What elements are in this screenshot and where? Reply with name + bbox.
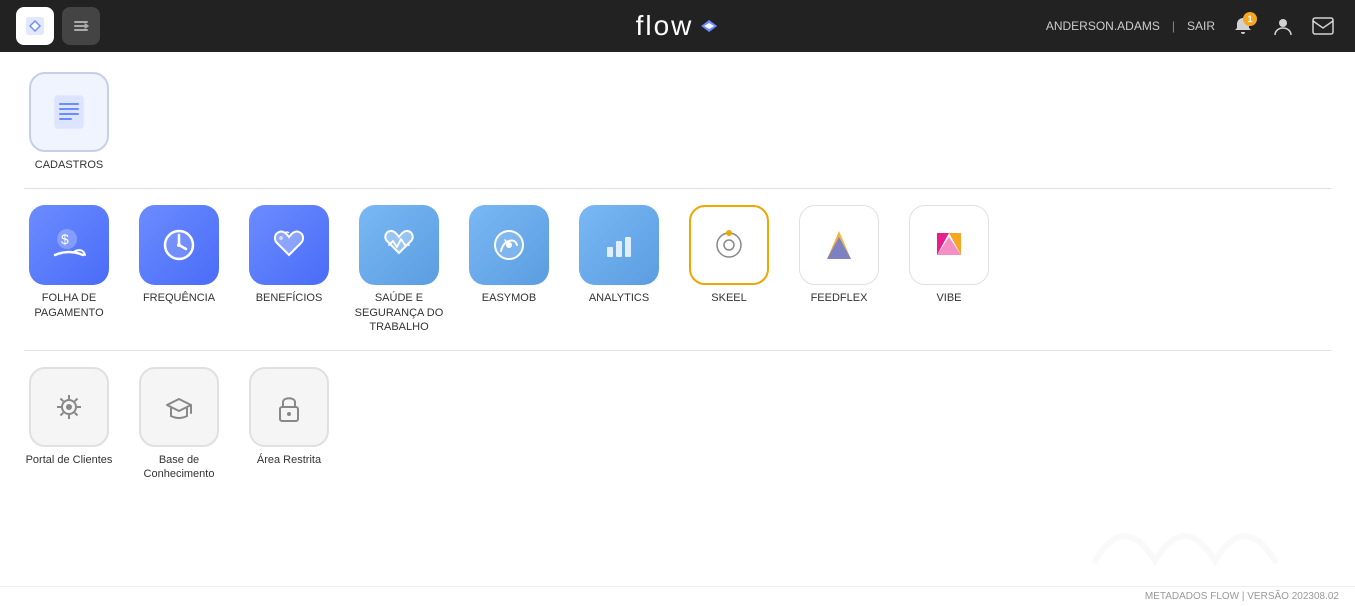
notification-button[interactable]: 1 [1227, 10, 1259, 42]
analytics-label: ANALYTICS [589, 291, 649, 305]
money-hand-icon: $ [47, 223, 91, 267]
app-easymob[interactable]: EASYMOB [464, 205, 554, 305]
nav-button[interactable] [62, 7, 100, 45]
mail-icon [1312, 17, 1334, 35]
main-content: CADASTROS $ FOLHA DEPAGAMENTO [0, 52, 1355, 606]
vibe-logo-icon [927, 223, 971, 267]
vibe-icon [909, 205, 989, 285]
portal-icon [29, 367, 109, 447]
header-right: ANDERSON.ADAMS | SAIR 1 [1046, 10, 1339, 42]
health-icon [377, 223, 421, 267]
app-beneficios[interactable]: BENEFÍCIOS [244, 205, 334, 305]
cadastros-label: CADASTROS [35, 158, 103, 172]
utilities-section: Portal de Clientes Base deConhecimento [24, 367, 1331, 482]
divider-1 [24, 188, 1331, 189]
clock-icon [157, 223, 201, 267]
svg-text:$: $ [61, 231, 69, 247]
header-icons: 1 [1227, 10, 1339, 42]
app-base[interactable]: Base deConhecimento [134, 367, 224, 482]
lock-icon [269, 387, 309, 427]
app-title: flow [636, 10, 694, 42]
analytics-icon [579, 205, 659, 285]
beneficios-icon [249, 205, 329, 285]
saude-icon [359, 205, 439, 285]
notification-badge: 1 [1243, 12, 1257, 26]
app-frequencia[interactable]: FREQUÊNCIA [134, 205, 224, 305]
vibe-label: VIBE [936, 291, 961, 305]
user-link[interactable]: ANDERSON.ADAMS [1046, 19, 1160, 33]
cadastros-grid: CADASTROS [24, 72, 1331, 172]
app-skeel[interactable]: SKEEL [684, 205, 774, 305]
portal-label: Portal de Clientes [26, 453, 113, 467]
cadastros-section: CADASTROS [24, 72, 1331, 172]
app-restrita[interactable]: Área Restrita [244, 367, 334, 467]
skeel-icon [689, 205, 769, 285]
apps-grid: $ FOLHA DEPAGAMENTO FREQ [24, 205, 1331, 334]
beneficios-label: BENEFÍCIOS [256, 291, 323, 305]
bar-chart-icon [597, 223, 641, 267]
flow-logo-arrow [699, 18, 719, 34]
easymob-icon [469, 205, 549, 285]
graduation-icon [159, 387, 199, 427]
cadastros-icon [29, 72, 109, 152]
app-analytics[interactable]: ANALYTICS [574, 205, 664, 305]
base-icon [139, 367, 219, 447]
frequencia-icon [139, 205, 219, 285]
frequencia-label: FREQUÊNCIA [143, 291, 215, 305]
skeel-logo-icon [707, 223, 751, 267]
gear-icon [49, 387, 89, 427]
easymob-label: EASYMOB [482, 291, 536, 305]
user-icon [1272, 15, 1294, 37]
app-feedflex[interactable]: FEEDFLEX [794, 205, 884, 305]
heart-icon [267, 223, 311, 267]
profile-button[interactable] [1267, 10, 1299, 42]
footer-text: METADADOS FLOW | VERSÃO 202308.02 [1145, 591, 1339, 602]
header-left [16, 7, 100, 45]
header: flow ANDERSON.ADAMS | SAIR 1 [0, 0, 1355, 52]
feedflex-icon [799, 205, 879, 285]
base-label: Base deConhecimento [144, 453, 215, 482]
feedflex-label: FEEDFLEX [811, 291, 868, 305]
feedflex-logo-icon [817, 223, 861, 267]
folha-label: FOLHA DEPAGAMENTO [34, 291, 103, 320]
logo-button[interactable] [16, 7, 54, 45]
footer: METADADOS FLOW | VERSÃO 202308.02 [0, 586, 1355, 606]
utilities-grid: Portal de Clientes Base deConhecimento [24, 367, 1331, 482]
logout-link[interactable]: SAIR [1187, 19, 1215, 33]
document-icon [47, 90, 91, 134]
restrita-icon [249, 367, 329, 447]
saude-label: SAÚDE ESEGURANÇA DOTRABALHO [355, 291, 444, 334]
restrita-label: Área Restrita [257, 453, 321, 467]
apps-section: $ FOLHA DEPAGAMENTO FREQ [24, 205, 1331, 334]
app-portal[interactable]: Portal de Clientes [24, 367, 114, 467]
app-cadastros[interactable]: CADASTROS [24, 72, 114, 172]
mail-button[interactable] [1307, 10, 1339, 42]
app-saude[interactable]: SAÚDE ESEGURANÇA DOTRABALHO [354, 205, 444, 334]
skeel-label: SKEEL [711, 291, 746, 305]
header-center: flow [636, 10, 720, 42]
speed-icon [487, 223, 531, 267]
divider-2 [24, 350, 1331, 351]
folha-icon: $ [29, 205, 109, 285]
app-folha[interactable]: $ FOLHA DEPAGAMENTO [24, 205, 114, 320]
app-vibe[interactable]: VIBE [904, 205, 994, 305]
